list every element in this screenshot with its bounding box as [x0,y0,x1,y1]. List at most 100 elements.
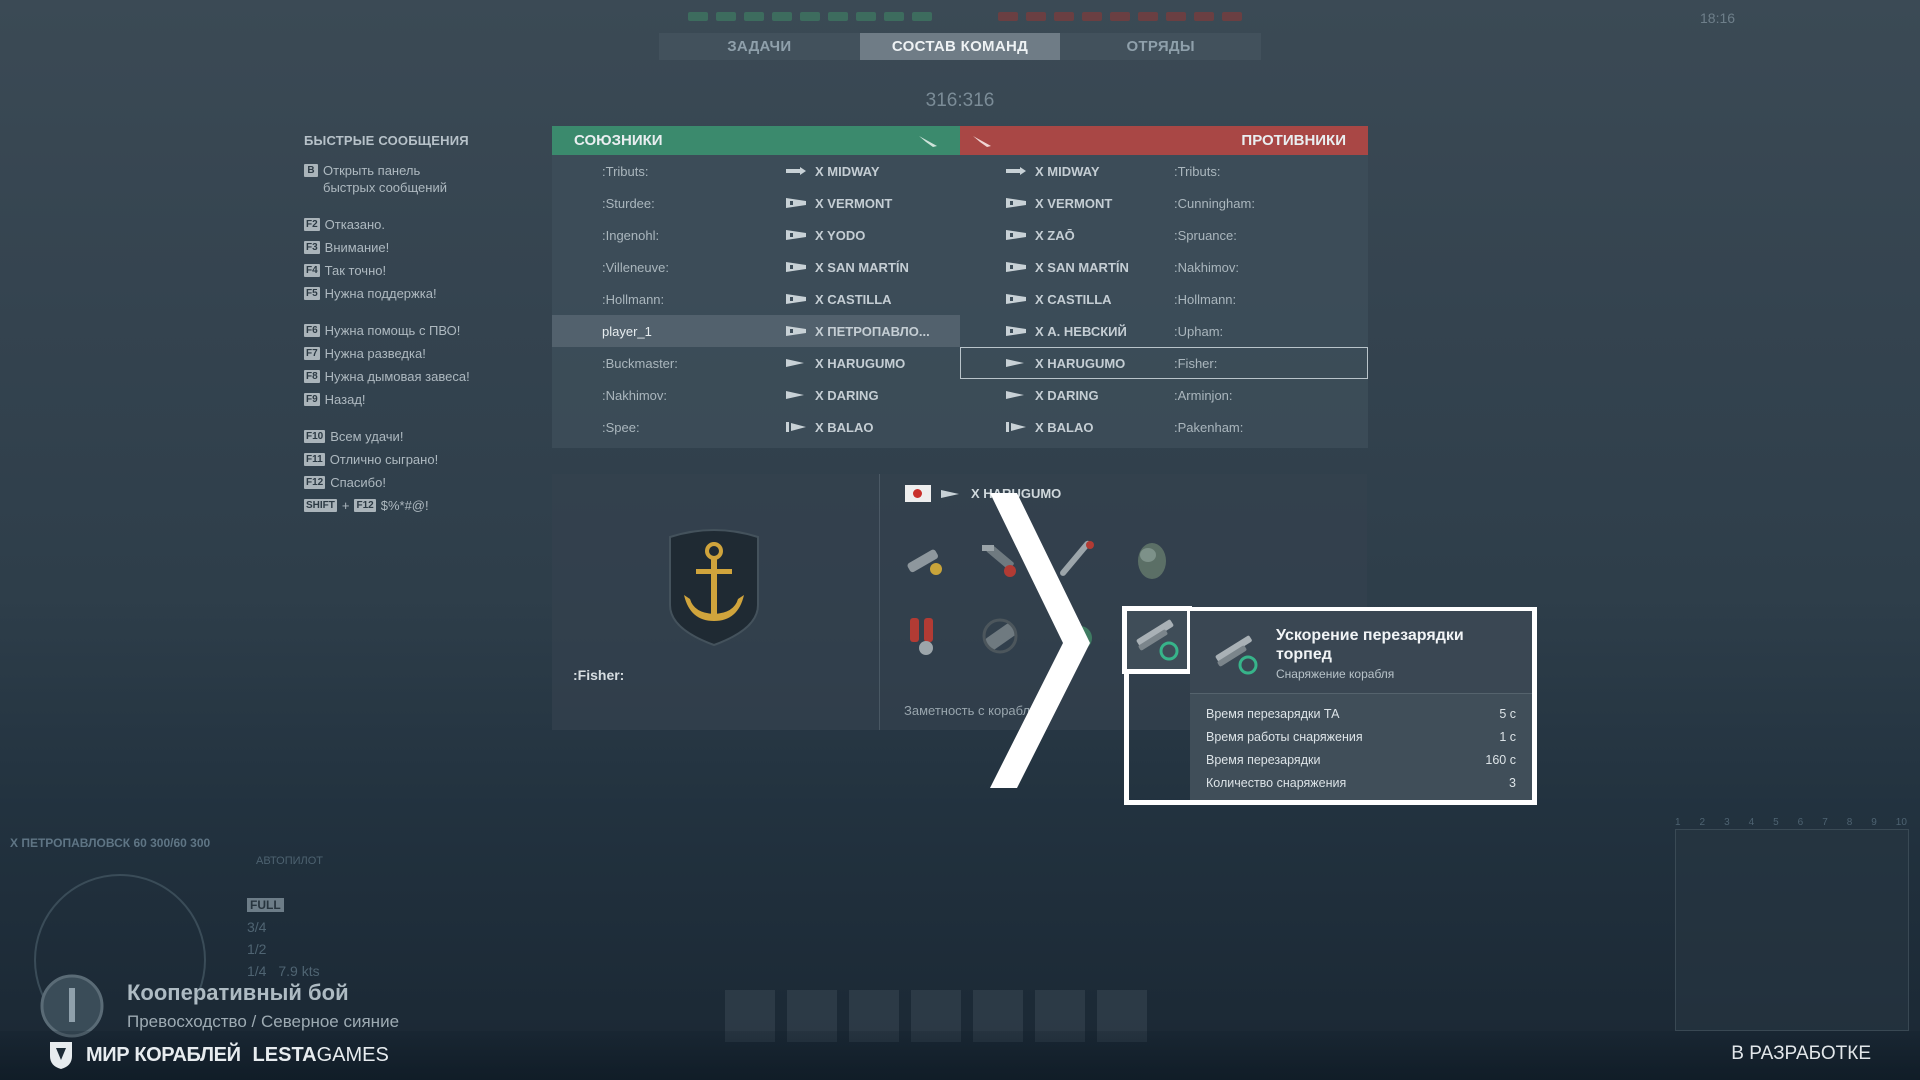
ship-name: X BALAO [815,419,874,435]
destroyer-class-icon [786,358,815,368]
ship-name: X VERMONT [1035,195,1113,211]
ship-name: X ZAŌ [1035,227,1075,243]
enemy-row[interactable]: X BALAO:Pakenham: [960,411,1368,443]
player-name: :Tributs: [602,163,649,179]
quick-message[interactable]: F6 Нужна помощь с ПВО! [304,322,534,339]
player-name: :Cunningham: [1174,195,1255,211]
ally-row[interactable]: :Spee: X BALAO [552,411,960,443]
player-name: player_1 [602,323,652,339]
quick-message-shift[interactable]: SHIFT + F12 $%*#@! [304,497,534,514]
quick-message[interactable]: F7 Нужна разведка! [304,345,534,362]
ship-name: X YODO [815,227,866,243]
battleship-class-icon [1006,230,1035,240]
speed-indicator: FULL 3/4 1/2 1/4 7.9 kts [247,893,320,982]
ally-row[interactable]: :Hollmann: X CASTILLA [552,283,960,315]
speed-step: 3/4 [247,919,267,935]
tooltip-stat-row: Время перезарядки ТА 5 с [1206,702,1516,725]
submarine-class-icon [786,422,815,432]
ship-cell: X MIDWAY [779,164,880,179]
minimap-number: 10 [1895,817,1907,828]
battleship-class-icon [786,262,815,272]
quick-message-label: Нужна дымовая завеса! [324,369,470,384]
brand-lesta-games: LESTAGAMES [253,1044,389,1067]
minimap[interactable] [1675,829,1909,1031]
divider [879,474,880,730]
ship-cell: X VERMONT [779,196,892,211]
enemy-row[interactable]: X А. НЕВСКИЙ:Upham: [960,315,1368,347]
quick-message[interactable]: F9 Назад! [304,391,534,408]
enemy-row[interactable]: X DARING:Arminjon: [960,379,1368,411]
battleship-class-icon [786,294,815,304]
tab-tasks[interactable]: ЗАДАЧИ [659,33,860,60]
team-score: 316:316 [925,90,995,111]
quick-message-label: Внимание! [324,240,390,255]
minimap-number: 5 [1773,817,1779,828]
enemy-ships-ribbon [998,12,1242,26]
ship-cell: X BALAO [960,420,1174,435]
ally-row[interactable]: :Ingenohl: X YODO [552,219,960,251]
ship-cell: X DARING [960,388,1174,403]
ally-row[interactable]: :Nakhimov: X DARING [552,379,960,411]
shield-logo-icon [50,1042,72,1069]
player-name: :Nakhimov: [602,387,668,403]
enemy-row[interactable]: X HARUGUMO:Fisher: [960,347,1368,379]
quick-message[interactable]: F8 Нужна дымовая завеса! [304,368,534,385]
quick-message-label: Нужна помощь с ПВО! [324,323,461,338]
minimap-number: 8 [1846,817,1853,828]
ship-cell: X А. НЕВСКИЙ [960,324,1174,339]
quick-message[interactable]: F10 Всем удачи! [304,428,534,445]
ship-cell: X HARUGUMO [960,356,1174,371]
torpedo-reload-booster-icon[interactable] [1122,606,1192,674]
quick-message[interactable]: F3 Внимание! [304,239,534,256]
ally-row[interactable]: :Buckmaster: X HARUGUMO [552,347,960,379]
quick-message-label: Отлично сыграно! [329,452,439,467]
ally-row[interactable]: :Sturdee: X VERMONT [552,187,960,219]
ally-row[interactable]: :Villeneuve: X SAN MARTÍN [552,251,960,283]
ship-cell: X HARUGUMO [779,356,905,371]
consumable-tooltip: Ускорение перезарядки торпед Снаряжение … [1190,611,1532,800]
quick-messages-panel: БЫСТРЫЕ СООБЩЕНИЯ B Открыть панель быстр… [304,133,534,520]
damage-control-icon[interactable] [898,533,950,585]
enemy-row[interactable]: X SAN MARTÍN:Nakhimov: [960,251,1368,283]
autopilot-label[interactable]: АВТОПИЛОТ [256,855,323,867]
player-name: :Sturdee: [602,195,655,211]
brand-games: GAMES [316,1043,389,1066]
tab-bar: ЗАДАЧИ СОСТАВ КОМАНД ОТРЯДЫ [659,33,1261,60]
engine-boost-icon[interactable] [898,610,950,662]
battleship-class-icon [1006,262,1035,272]
ship-name: X SAN MARTÍN [1035,259,1129,275]
quick-message[interactable]: F5 Нужна поддержка! [304,285,534,302]
quick-message-label: Назад! [324,392,366,407]
enemy-row[interactable]: X ZAŌ:Spruance: [960,219,1368,251]
smoke-icon[interactable] [1126,533,1178,585]
enemy-row[interactable]: X MIDWAY:Tributs: [960,155,1368,187]
battle-clock: 18:16 [1700,10,1736,26]
minimap-coordinates: 1 2 3 4 5 6 7 8 9 10 [1675,817,1907,828]
quick-message-open-panel[interactable]: B Открыть панель быстрых сообщений [304,162,534,196]
anchor-badge-icon [40,974,104,1038]
torpedo-reload-booster-icon [1215,635,1258,675]
enemy-row[interactable]: X CASTILLA:Hollmann: [960,283,1368,315]
stat-label: Время работы снаряжения [1206,729,1363,744]
quick-message-label: Спасибо! [330,475,386,490]
ship-cell: X SAN MARTÍN [960,260,1174,275]
ally-row[interactable]: player_1 X ПЕТРОПАВЛО... [552,315,960,347]
brand-mir-korabley: МИР КОРАБЛЕЙ [86,1043,241,1066]
speed-full: FULL [247,898,284,912]
ship-name: X CASTILLA [815,291,892,307]
hotkey-b: B [304,164,318,177]
plane-icon [973,135,991,147]
enemy-row[interactable]: X VERMONT :Cunningham: [960,187,1368,219]
quick-message[interactable]: F4 Так точно! [304,262,534,279]
carrier-class-icon [1006,166,1035,176]
tab-team-roster[interactable]: СОСТАВ КОМАНД [859,33,1061,60]
quick-message[interactable]: F2 Отказано. [304,216,534,233]
tab-divisions[interactable]: ОТРЯДЫ [1060,33,1261,60]
quick-messages-title: БЫСТРЫЕ СООБЩЕНИЯ [304,133,469,148]
anchor-emblem-icon [669,529,759,647]
quick-message[interactable]: F11 Отлично сыграно! [304,451,534,468]
ally-row[interactable]: :Tributs: X MIDWAY [552,155,960,187]
quick-message[interactable]: F12 Спасибо! [304,474,534,491]
ship-name: X VERMONT [815,195,893,211]
stat-value: 1 с [1499,729,1516,744]
